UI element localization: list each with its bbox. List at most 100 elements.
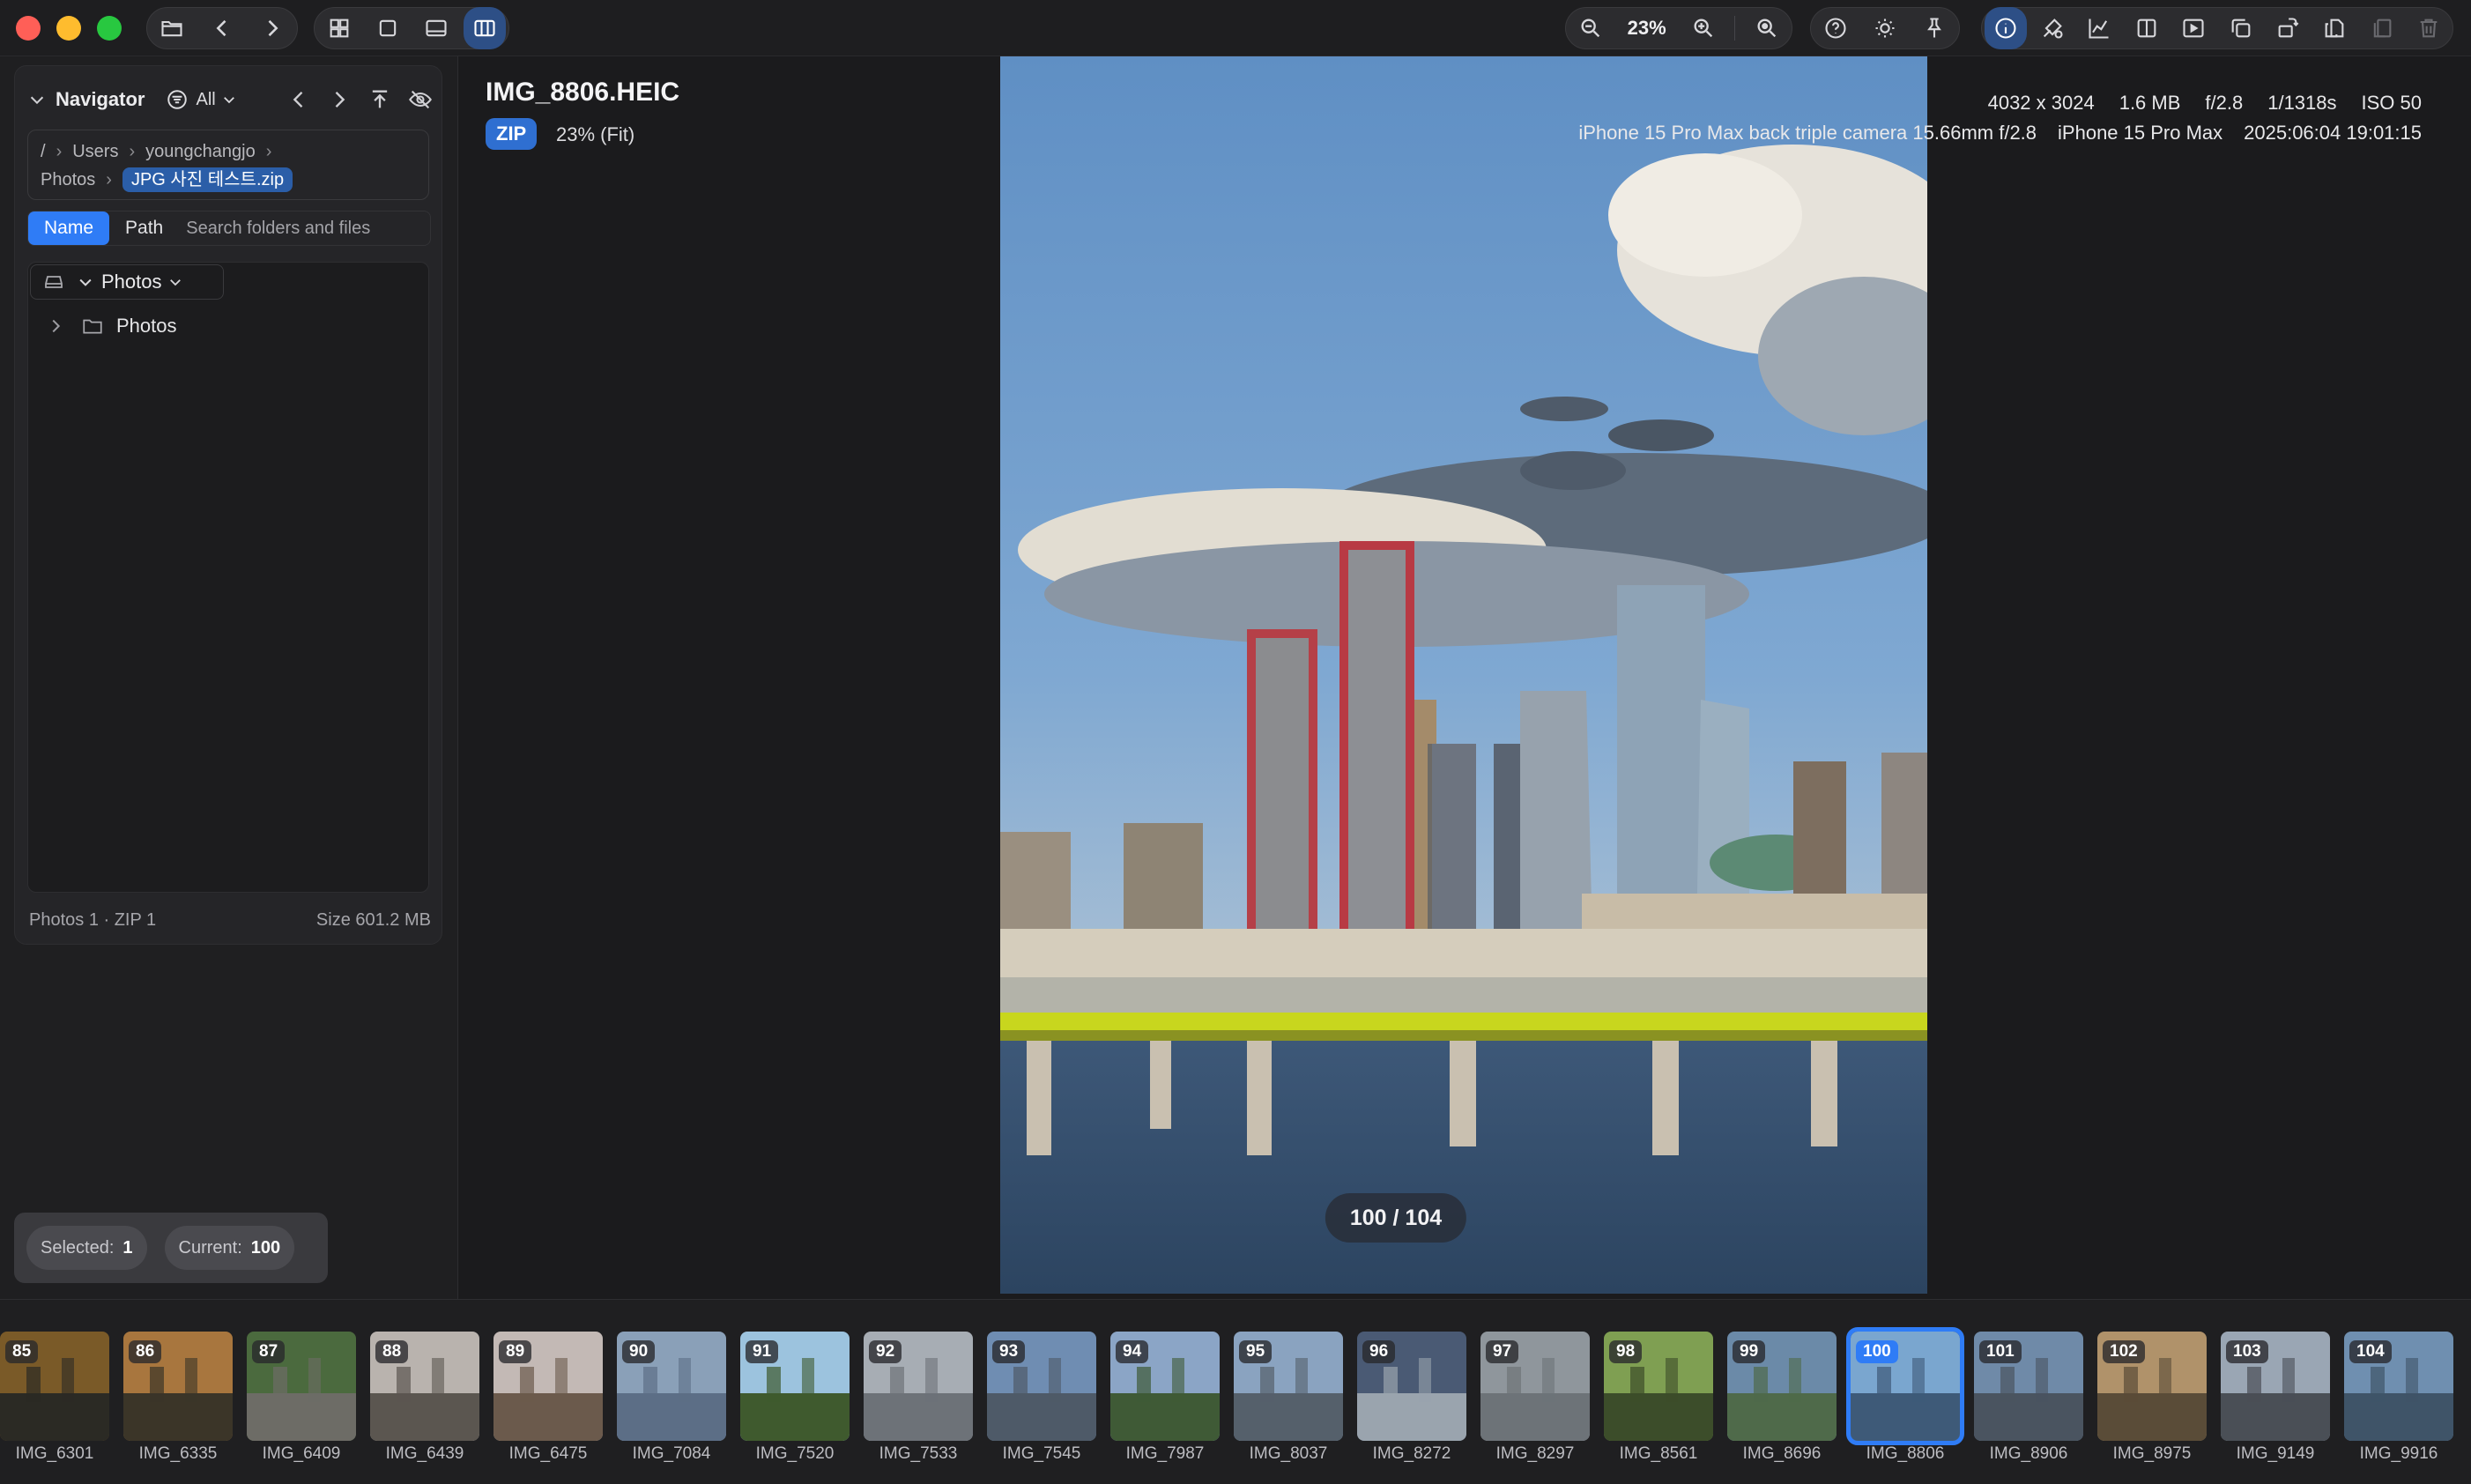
hide-icon[interactable]: [408, 87, 433, 112]
tab-path[interactable]: Path: [109, 211, 179, 245]
zoom-level[interactable]: 23%: [1619, 17, 1675, 40]
folder-tree: Photos Photos: [27, 262, 429, 893]
thumbnail-filename: IMG_8975: [2112, 1444, 2192, 1463]
help-icon: [1825, 18, 1846, 39]
go-up-icon[interactable]: [367, 87, 392, 112]
filmstrip-thumbnail[interactable]: 99: [1727, 1332, 1837, 1441]
breadcrumb-user[interactable]: youngchangjo: [145, 142, 256, 161]
filmstrip-thumbnail[interactable]: 93: [987, 1332, 1096, 1441]
thumbnail-index: 87: [252, 1340, 286, 1363]
chevron-down-icon: [79, 278, 92, 286]
exif-resolution: 4032 x 3024: [1987, 92, 2095, 114]
zip-badge: ZIP: [486, 118, 538, 150]
navigator-footer: Photos 1 · ZIP 1 Size 601.2 MB: [29, 910, 431, 931]
open-folder-button[interactable]: [151, 7, 193, 49]
help-button[interactable]: [1814, 7, 1857, 49]
filmstrip-thumbnail[interactable]: 90: [617, 1332, 726, 1441]
filmstrip-thumbnail[interactable]: 86: [123, 1332, 233, 1441]
filmstrip-thumbnail[interactable]: 98: [1604, 1332, 1713, 1441]
compare-icon: [2137, 19, 2156, 38]
filmstrip-thumbnail[interactable]: 94: [1110, 1332, 1220, 1441]
filmstrip-thumbnail[interactable]: 101: [1974, 1332, 2083, 1441]
thumbnail-index: 92: [869, 1340, 902, 1363]
thumbnail-index: 104: [2349, 1340, 2392, 1363]
adjust-button[interactable]: [2031, 7, 2074, 49]
tab-name[interactable]: Name: [28, 211, 110, 245]
histogram-icon: [2089, 19, 2109, 39]
filmstrip-thumbnail[interactable]: 91: [740, 1332, 850, 1441]
selection-status: Selected: 1 Current: 100: [14, 1213, 328, 1283]
back-button[interactable]: [201, 7, 243, 49]
thumbnail-index: 99: [1733, 1340, 1766, 1363]
pin-icon: [1927, 18, 1941, 38]
histogram-button[interactable]: [2078, 7, 2120, 49]
single-view-button[interactable]: [367, 7, 409, 49]
rotate-button[interactable]: [2267, 7, 2309, 49]
toolbar-divider: [1734, 16, 1736, 41]
breadcrumb-root[interactable]: /: [41, 142, 46, 161]
chevron-down-icon[interactable]: [27, 90, 47, 109]
breadcrumb-users[interactable]: Users: [72, 142, 118, 161]
filmstrip-view-button[interactable]: [415, 7, 457, 49]
compare-button[interactable]: [2126, 7, 2168, 49]
filmstrip-thumbnail[interactable]: 92: [864, 1332, 973, 1441]
breadcrumb-photos[interactable]: Photos: [41, 170, 95, 189]
duplicate-button[interactable]: [2220, 7, 2262, 49]
search-input[interactable]: [179, 218, 430, 239]
brightness-button[interactable]: [1864, 7, 1906, 49]
filmstrip-thumbnail[interactable]: 102: [2097, 1332, 2207, 1441]
filmstrip-thumbnail[interactable]: 88: [370, 1332, 479, 1441]
exif-lens: iPhone 15 Pro Max back triple camera 15.…: [1578, 122, 2037, 144]
paste-button[interactable]: [2361, 7, 2403, 49]
chevron-right-icon: [268, 19, 278, 37]
current-index-pill: Current: 100: [164, 1226, 295, 1270]
info-button[interactable]: [1984, 7, 2027, 49]
filmstrip-thumbnail[interactable]: 89: [493, 1332, 603, 1441]
nav-forward-icon[interactable]: [327, 87, 352, 112]
close-window-button[interactable]: [16, 16, 41, 41]
navigator-panel: Navigator All / › Users › youngchangjo › Phot…: [14, 65, 442, 945]
thumbnail-filename: IMG_7084: [632, 1444, 711, 1463]
columns-view-button[interactable]: [463, 7, 506, 49]
info-icon: [1995, 18, 2016, 39]
forward-button[interactable]: [251, 7, 293, 49]
thumbnail-filename: IMG_9149: [2236, 1444, 2315, 1463]
filmstrip-thumbnail[interactable]: 104: [2344, 1332, 2453, 1441]
zoom-fit-button[interactable]: [1746, 7, 1788, 49]
tree-item-photos[interactable]: Photos: [46, 310, 177, 342]
thumbnail-filename: IMG_7520: [755, 1444, 835, 1463]
main-photo[interactable]: [1000, 56, 1927, 1294]
zoom-window-button[interactable]: [97, 16, 122, 41]
filmstrip-thumbnail[interactable]: 96: [1357, 1332, 1466, 1441]
thumbnail-index: 85: [5, 1340, 39, 1363]
rotate-icon: [2278, 18, 2299, 38]
chevron-down-icon: [169, 279, 181, 286]
pin-button[interactable]: [1913, 7, 1955, 49]
nav-back-icon[interactable]: [286, 87, 311, 112]
minimize-window-button[interactable]: [56, 16, 81, 41]
filmstrip-thumbnail[interactable]: 85: [0, 1332, 109, 1441]
item-counts: Photos 1 · ZIP 1: [29, 910, 157, 930]
filmstrip-thumbnail[interactable]: 103: [2221, 1332, 2330, 1441]
sun-icon: [1875, 19, 1895, 38]
delete-button[interactable]: [2408, 7, 2450, 49]
filmstrip-thumbnail[interactable]: 87: [247, 1332, 356, 1441]
thumbnail-filename: IMG_7533: [879, 1444, 958, 1463]
filmstrip-icon: [425, 19, 447, 37]
exif-camera: iPhone 15 Pro Max: [2058, 122, 2223, 144]
slideshow-button[interactable]: [2172, 7, 2215, 49]
zoom-in-button[interactable]: [1682, 7, 1725, 49]
source-dropdown[interactable]: Photos: [30, 264, 224, 300]
breadcrumb-current-zip[interactable]: JPG 사진 테스트.zip: [122, 167, 293, 192]
filter-dropdown[interactable]: All: [166, 88, 236, 111]
drive-icon: [45, 276, 63, 288]
filmstrip-thumbnail[interactable]: 97: [1480, 1332, 1590, 1441]
filmstrip-thumbnail[interactable]: 100: [1846, 1327, 1964, 1445]
grid-view-button[interactable]: [318, 7, 360, 49]
thumbnail-index: 95: [1239, 1340, 1273, 1363]
chevron-right-icon[interactable]: [46, 316, 65, 336]
zoom-out-button[interactable]: [1569, 7, 1612, 49]
filmstrip-thumbnail[interactable]: 95: [1234, 1332, 1343, 1441]
copy-button[interactable]: [2313, 7, 2356, 49]
thumbnail-filename: IMG_8037: [1249, 1444, 1328, 1463]
